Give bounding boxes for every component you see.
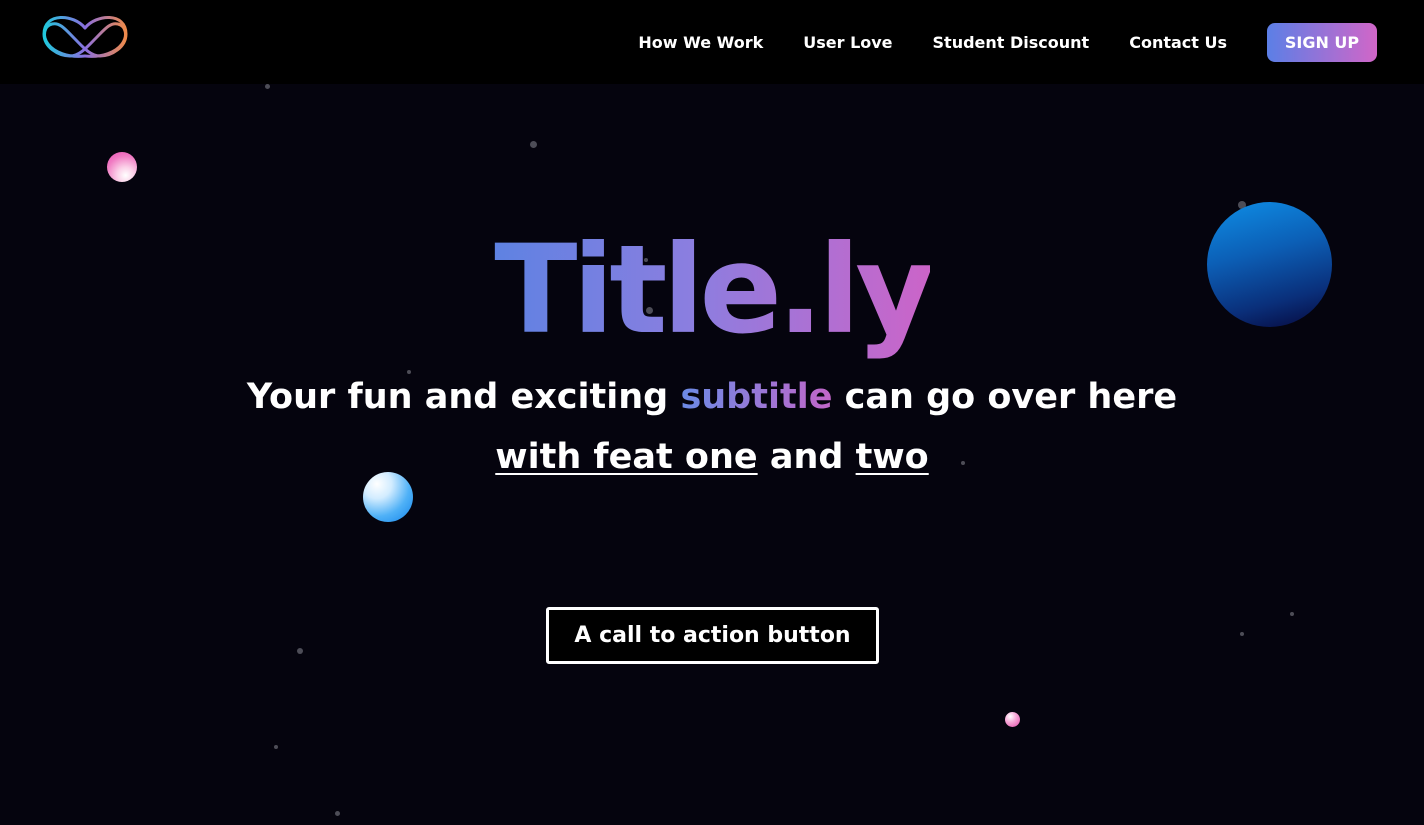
subtitle-accent-word: subtitle xyxy=(680,377,833,417)
nav-user-love[interactable]: User Love xyxy=(803,33,892,52)
subtitle-text-before: Your fun and exciting xyxy=(246,377,681,417)
nav-how-we-work[interactable]: How We Work xyxy=(638,33,763,52)
hero-subtitle: Your fun and exciting subtitle can go ov… xyxy=(0,374,1424,420)
star-dot xyxy=(297,648,303,654)
sign-up-button[interactable]: SIGN UP xyxy=(1267,22,1377,62)
star-dot xyxy=(265,84,270,89)
heart-infinity-logo-icon[interactable] xyxy=(40,12,130,62)
star-dot xyxy=(530,141,537,148)
tiny-pink-orb xyxy=(1005,712,1020,727)
features-joiner: and xyxy=(757,437,856,477)
hero-title-text: Title.ly xyxy=(494,219,935,361)
pink-orb xyxy=(107,152,137,182)
feature-one-link[interactable]: with feat one xyxy=(495,437,757,477)
star-dot xyxy=(274,745,278,749)
star-dot xyxy=(1240,632,1244,636)
top-header: How We Work User Love Student Discount C… xyxy=(0,0,1424,84)
call-to-action-button[interactable]: A call to action button xyxy=(546,607,879,664)
hero-features-line: with feat one and two xyxy=(0,434,1424,480)
star-dot xyxy=(1290,612,1294,616)
feature-two-link[interactable]: two xyxy=(856,437,929,477)
nav-contact-us[interactable]: Contact Us xyxy=(1129,33,1227,52)
nav-student-discount[interactable]: Student Discount xyxy=(933,33,1090,52)
star-dot xyxy=(335,811,340,816)
main-nav: How We Work User Love Student Discount C… xyxy=(638,0,1377,84)
subtitle-text-after: can go over here xyxy=(832,377,1178,417)
hero-title: Title.ly xyxy=(0,215,1424,365)
landing-page: How We Work User Love Student Discount C… xyxy=(0,0,1424,825)
